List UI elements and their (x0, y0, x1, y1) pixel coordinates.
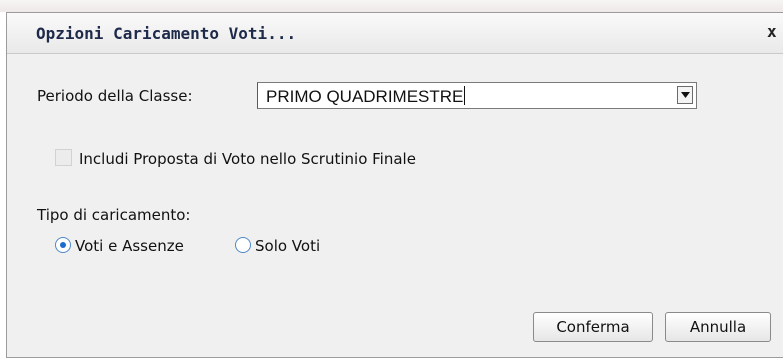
radio-solo-voti-label[interactable]: Solo Voti (255, 237, 320, 255)
close-icon: x (767, 22, 777, 41)
page-backdrop (0, 0, 783, 12)
chevron-down-icon[interactable] (677, 86, 693, 104)
periodo-select-value: PRIMO QUADRIMESTRE (266, 87, 464, 106)
periodo-label: Periodo della Classe: (37, 87, 193, 105)
radio-solo-voti[interactable] (235, 237, 251, 253)
cancel-button[interactable]: Annulla (665, 312, 771, 342)
includi-checkbox[interactable] (55, 149, 72, 166)
dialog-title: Opzioni Caricamento Voti... (36, 24, 297, 43)
periodo-select[interactable]: PRIMO QUADRIMESTRE (257, 82, 697, 109)
options-dialog: Opzioni Caricamento Voti... x Periodo de… (6, 12, 783, 358)
text-caret (464, 86, 466, 105)
dialog-titlebar[interactable]: Opzioni Caricamento Voti... x (7, 13, 783, 54)
radio-selected-dot (60, 242, 66, 248)
confirm-button[interactable]: Conferma (533, 312, 653, 342)
includi-label: Includi Proposta di Voto nello Scrutinio… (79, 150, 416, 168)
tipo-label: Tipo di caricamento: (37, 206, 191, 224)
radio-voti-e-assenze[interactable] (55, 237, 71, 253)
radio-voti-e-assenze-label[interactable]: Voti e Assenze (75, 237, 184, 255)
close-button[interactable]: x (767, 22, 783, 42)
